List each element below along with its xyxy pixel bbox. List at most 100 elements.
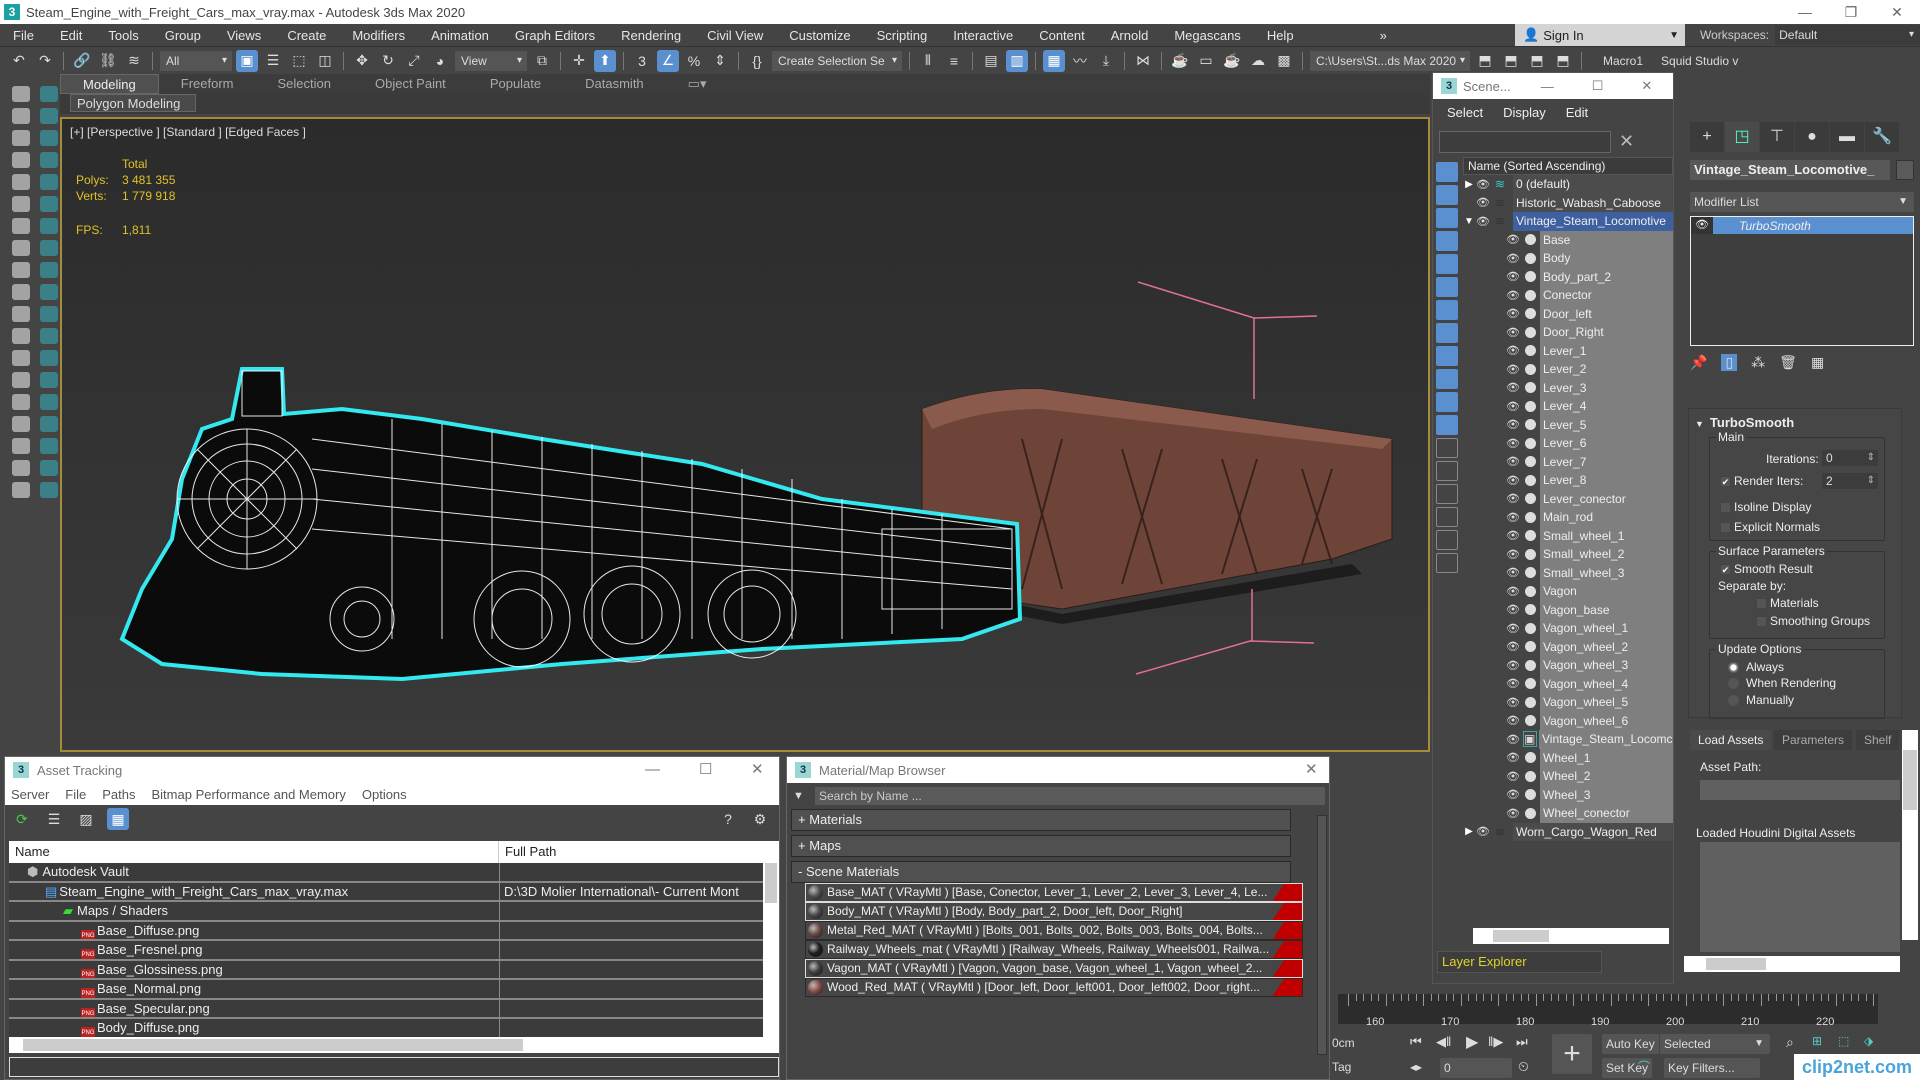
modifier-list-dropdown[interactable]: Modifier List ▼ xyxy=(1690,192,1914,212)
iterations-spinner[interactable]: 0 xyxy=(1822,450,1878,466)
lock-icon[interactable] xyxy=(1436,553,1458,573)
column-header-full-path[interactable]: Full Path xyxy=(499,841,779,863)
object-row[interactable]: 👁 Conector xyxy=(1463,286,1673,305)
project-folder-icon-4[interactable]: ⬒ xyxy=(1552,50,1574,72)
ribbon-tab-selection[interactable]: Selection xyxy=(256,74,353,94)
display-lights-icon[interactable] xyxy=(1436,208,1458,228)
eye-icon[interactable]: 👁 xyxy=(1505,751,1521,764)
ribbon-tab-modeling[interactable]: Modeling xyxy=(60,74,159,94)
display-none-icon[interactable] xyxy=(1436,461,1458,481)
asset-path-input[interactable] xyxy=(1700,780,1900,800)
menu-content[interactable]: Content xyxy=(1026,28,1098,43)
unlink-icon[interactable]: ⛓ xyxy=(97,50,119,72)
key-mode-icon[interactable]: ◂▸ xyxy=(1410,1060,1422,1074)
table-row[interactable]: PNG Base_Glossiness.png xyxy=(9,960,779,980)
teapot3-icon[interactable] xyxy=(40,416,58,432)
menu-create[interactable]: Create xyxy=(274,28,339,43)
object-row[interactable]: 👁 Lever_conector xyxy=(1463,489,1673,508)
current-frame-spinner[interactable]: 0 xyxy=(1440,1058,1512,1078)
render-setup-icon[interactable]: ☕ xyxy=(1169,50,1191,72)
eye-icon[interactable]: 👁 xyxy=(1505,233,1521,246)
menu-civil-view[interactable]: Civil View xyxy=(694,28,776,43)
eye-icon[interactable]: 👁 xyxy=(1505,622,1521,635)
zoom-extents-icon[interactable]: ⬚ xyxy=(1838,1034,1849,1048)
menu-group[interactable]: Group xyxy=(152,28,214,43)
houdini-vertical-scrollbar[interactable] xyxy=(1902,730,1918,940)
object-row[interactable]: 👁 Vagon_wheel_6 xyxy=(1463,711,1673,730)
key-filters-button[interactable]: Key Filters... xyxy=(1664,1058,1760,1078)
restore-button[interactable]: ❐ xyxy=(1828,0,1874,24)
eye-icon[interactable]: 👁 xyxy=(1505,326,1521,339)
menu-rendering[interactable]: Rendering xyxy=(608,28,694,43)
camera-add-icon[interactable] xyxy=(40,108,58,124)
expand-triangle-icon[interactable]: ▶ xyxy=(1463,826,1475,837)
tab-load-assets[interactable]: Load Assets xyxy=(1690,730,1772,750)
play-icon[interactable]: ▶ xyxy=(1466,1032,1478,1052)
display-spacewarps-icon[interactable] xyxy=(1436,277,1458,297)
camera-icon[interactable] xyxy=(40,86,58,102)
toggle-scene-explorer-icon[interactable]: ▤ xyxy=(980,50,1002,72)
minimize-button[interactable]: — xyxy=(1782,0,1828,24)
eye-icon[interactable]: 👁 xyxy=(1505,566,1521,579)
sun-icon[interactable] xyxy=(40,152,58,168)
eye-icon[interactable]: 👁 xyxy=(1505,677,1521,690)
cone2-icon[interactable] xyxy=(12,394,30,410)
collapse-triangle-icon[interactable]: ▼ xyxy=(1463,216,1475,227)
material-row[interactable]: Metal_Red_MAT ( VRayMtl ) [Bolts_001, Bo… xyxy=(805,921,1303,940)
eye-icon[interactable]: 👁 xyxy=(1505,252,1521,265)
previous-frame-icon[interactable]: ◀‖ xyxy=(1436,1034,1451,1050)
cone-icon[interactable] xyxy=(40,174,58,190)
named-selection-dropdown[interactable]: Create Selection Se xyxy=(772,50,902,71)
table-row[interactable]: ⬢ Autodesk Vault xyxy=(9,863,779,883)
table-row[interactable]: ▤ Steam_Engine_with_Freight_Cars_max_vray… xyxy=(9,882,779,902)
list-view-icon[interactable]: ☰ xyxy=(43,808,65,830)
object-row[interactable]: 👁 Wheel_1 xyxy=(1463,748,1673,767)
expand-triangle-icon[interactable]: ▶ xyxy=(1463,179,1475,190)
maximize-button[interactable]: ☐ xyxy=(1592,78,1604,94)
object-row[interactable]: 👁 Vagon_wheel_1 xyxy=(1463,619,1673,638)
loaded-assets-list[interactable] xyxy=(1700,842,1900,952)
display-helpers-icon[interactable] xyxy=(1436,254,1458,274)
time-configuration-icon[interactable]: ⏲ xyxy=(1518,1058,1529,1075)
menu-graph-editors[interactable]: Graph Editors xyxy=(502,28,608,43)
update-always-radio[interactable] xyxy=(1728,662,1739,673)
rotate-icon[interactable]: ↻ xyxy=(377,50,399,72)
eye-icon[interactable]: 👁 xyxy=(1505,270,1521,283)
eye-icon[interactable]: 👁 xyxy=(1505,437,1521,450)
curve-editor-icon[interactable]: 〰 xyxy=(1069,50,1091,72)
minimize-button[interactable]: — xyxy=(645,757,660,783)
cloud-icon[interactable] xyxy=(12,108,30,124)
bind-spacewarp-icon[interactable]: ≋ xyxy=(123,50,145,72)
squid-studio-button[interactable]: Squid Studio v xyxy=(1661,54,1738,68)
eye-icon[interactable]: 👁 xyxy=(1505,714,1521,727)
display-geometry-icon[interactable] xyxy=(1436,162,1458,182)
object-row[interactable]: 👁 Vagon_base xyxy=(1463,600,1673,619)
go-to-start-icon[interactable]: ⏮ xyxy=(1410,1034,1422,1050)
percent-snap-icon[interactable]: % xyxy=(683,50,705,72)
explicit-normals-checkbox[interactable] xyxy=(1720,522,1731,533)
toggle-layer-explorer-icon[interactable]: ▥ xyxy=(1006,49,1028,72)
mirror-icon[interactable]: ⫴ xyxy=(917,50,939,72)
eye-icon[interactable]: 👁 xyxy=(1505,344,1521,357)
eye-icon[interactable]: 👁 xyxy=(1505,640,1521,653)
filter-icon[interactable] xyxy=(1436,530,1458,550)
display-hidden-icon[interactable] xyxy=(1436,415,1458,435)
display-groups-icon[interactable] xyxy=(1436,300,1458,320)
menu-customize[interactable]: Customize xyxy=(776,28,863,43)
object-row[interactable]: 👁 Wheel_conector xyxy=(1463,804,1673,823)
move-icon[interactable]: ✥ xyxy=(351,50,373,72)
project-folder-icon-1[interactable]: ⬒ xyxy=(1474,50,1496,72)
gear-icon[interactable] xyxy=(40,262,58,278)
update-manually-radio[interactable] xyxy=(1728,695,1739,706)
make-unique-icon[interactable]: ⁂ xyxy=(1751,354,1765,371)
object-row[interactable]: 👁 Small_wheel_2 xyxy=(1463,545,1673,564)
reference-coordinate-dropdown[interactable]: View xyxy=(455,50,527,71)
spinner-snap-icon[interactable]: ⇕ xyxy=(709,50,731,72)
object-row[interactable]: 👁 Vagon_wheel_5 xyxy=(1463,693,1673,712)
object-row[interactable]: 👁 Door_left xyxy=(1463,304,1673,323)
project-path-dropdown[interactable]: C:\Users\St...ds Max 2020 xyxy=(1310,50,1470,71)
layer-row[interactable]: ▶ 👁 ≋ 0 (default) xyxy=(1463,175,1673,194)
display-containers-icon[interactable] xyxy=(1436,369,1458,389)
snaps-toggle-icon[interactable]: 3 xyxy=(631,50,653,72)
object-color-swatch[interactable] xyxy=(1896,160,1914,180)
